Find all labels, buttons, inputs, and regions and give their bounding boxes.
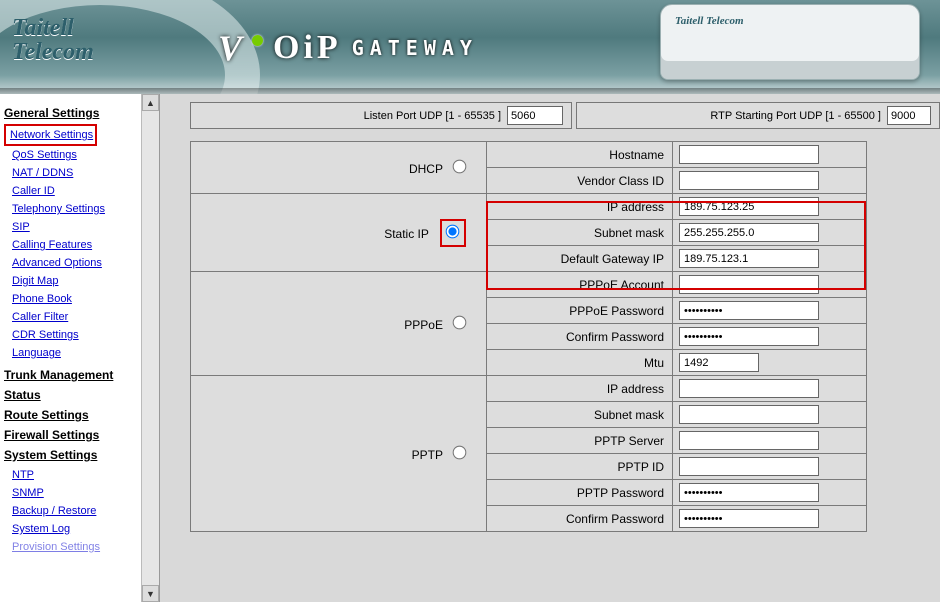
vendor-class-label: Vendor Class ID — [487, 168, 673, 194]
listen-port-label: Listen Port UDP [1 - 65535 ] — [364, 110, 501, 122]
static-label: Static IP — [384, 227, 428, 241]
pptp-password-input[interactable] — [679, 483, 819, 502]
hostname-label: Hostname — [487, 142, 673, 168]
subnet-mask-label: Subnet mask — [487, 220, 673, 246]
pppoe-confirm-label: Confirm Password — [487, 324, 673, 350]
content-area: Listen Port UDP [1 - 65535 ] RTP Startin… — [160, 94, 940, 602]
dhcp-radio[interactable] — [453, 159, 467, 173]
network-config-table: DHCP Hostname Vendor Class ID Static IP — [190, 141, 867, 532]
pppoe-confirm-input[interactable] — [679, 327, 819, 346]
dhcp-label: DHCP — [409, 162, 443, 176]
app-header: Taitell Telecom V OiP GATEWAY Taitell Te… — [0, 0, 940, 94]
sidebar-link-digit-map[interactable]: Digit Map — [4, 272, 155, 290]
sidebar-scrollbar[interactable]: ▲ ▼ — [141, 94, 159, 602]
subnet-mask-input[interactable] — [679, 223, 819, 242]
sidebar-link-nat-ddns[interactable]: NAT / DDNS — [4, 164, 155, 182]
hostname-input[interactable] — [679, 145, 819, 164]
pppoe-account-input[interactable] — [679, 275, 819, 294]
scroll-down-icon[interactable]: ▼ — [142, 585, 159, 602]
sidebar-link-qos-settings[interactable]: QoS Settings — [4, 146, 155, 164]
sidebar-link-language[interactable]: Language — [4, 344, 155, 362]
pptp-label: PPTP — [412, 448, 443, 462]
pppoe-radio[interactable] — [453, 315, 467, 329]
device-brand-label: Taitell Telecom — [675, 15, 744, 27]
pptp-id-label: PPTP ID — [487, 454, 673, 480]
sidebar-cat-general[interactable]: General Settings — [4, 106, 155, 120]
rtp-port-label: RTP Starting Port UDP [1 - 65500 ] — [710, 110, 881, 122]
sidebar-link-caller-id[interactable]: Caller ID — [4, 182, 155, 200]
sidebar-link-advanced-options[interactable]: Advanced Options — [4, 254, 155, 272]
sidebar-link-system-log[interactable]: System Log — [4, 520, 155, 538]
pptp-server-input[interactable] — [679, 431, 819, 450]
mtu-label: Mtu — [487, 350, 673, 376]
pptp-ip-label: IP address — [487, 376, 673, 402]
pppoe-password-input[interactable] — [679, 301, 819, 320]
sidebar: General Settings Network Settings QoS Se… — [0, 94, 160, 602]
sidebar-cat-trunk[interactable]: Trunk Management — [4, 368, 155, 382]
sidebar-link-calling-features[interactable]: Calling Features — [4, 236, 155, 254]
scroll-up-icon[interactable]: ▲ — [142, 94, 159, 111]
pptp-group-cell: PPTP — [191, 376, 487, 532]
rtp-port-input[interactable] — [887, 106, 931, 125]
sidebar-link-sip[interactable]: SIP — [4, 218, 155, 236]
pppoe-account-label: PPPoE Account — [487, 272, 673, 298]
brand-line2: Telecom — [12, 40, 94, 64]
listen-port-cell: Listen Port UDP [1 - 65535 ] — [190, 102, 572, 129]
product-logo: V OiP GATEWAY — [218, 30, 478, 66]
highlight-network-settings: Network Settings — [4, 124, 97, 146]
sidebar-link-cdr-settings[interactable]: CDR Settings — [4, 326, 155, 344]
port-row: Listen Port UDP [1 - 65535 ] RTP Startin… — [190, 102, 940, 129]
mtu-input[interactable] — [679, 353, 759, 372]
logo-v-icon: V — [218, 30, 242, 66]
sidebar-link-ntp[interactable]: NTP — [4, 466, 155, 484]
brand-name: Taitell Telecom — [12, 16, 94, 64]
pppoe-password-label: PPPoE Password — [487, 298, 673, 324]
sidebar-link-snmp[interactable]: SNMP — [4, 484, 155, 502]
pptp-mask-label: Subnet mask — [487, 402, 673, 428]
logo-word1: OiP — [273, 31, 342, 65]
sidebar-cat-route[interactable]: Route Settings — [4, 408, 155, 422]
logo-word2: GATEWAY — [352, 38, 478, 58]
sidebar-cat-status[interactable]: Status — [4, 388, 155, 402]
pptp-server-label: PPTP Server — [487, 428, 673, 454]
listen-port-input[interactable] — [507, 106, 563, 125]
logo-dot-icon — [252, 35, 263, 46]
pppoe-group-cell: PPPoE — [191, 272, 487, 376]
vendor-class-input[interactable] — [679, 171, 819, 190]
sidebar-link-phone-book[interactable]: Phone Book — [4, 290, 155, 308]
pppoe-label: PPPoE — [404, 318, 443, 332]
sidebar-link-backup-restore[interactable]: Backup / Restore — [4, 502, 155, 520]
pptp-radio[interactable] — [453, 445, 467, 459]
highlight-static-radio — [440, 219, 466, 247]
sidebar-link-telephony-settings[interactable]: Telephony Settings — [4, 200, 155, 218]
pptp-confirm-label: Confirm Password — [487, 506, 673, 532]
sidebar-cat-system[interactable]: System Settings — [4, 448, 155, 462]
pptp-id-input[interactable] — [679, 457, 819, 476]
dhcp-group-cell: DHCP — [191, 142, 487, 194]
ip-address-label: IP address — [487, 194, 673, 220]
sidebar-link-caller-filter[interactable]: Caller Filter — [4, 308, 155, 326]
pptp-confirm-input[interactable] — [679, 509, 819, 528]
ip-address-input[interactable] — [679, 197, 819, 216]
device-illustration: Taitell Telecom — [660, 4, 920, 80]
brand-line1: Taitell — [12, 16, 94, 40]
sidebar-link-provision-settings[interactable]: Provision Settings — [4, 538, 155, 556]
pptp-ip-input[interactable] — [679, 379, 819, 398]
gateway-ip-label: Default Gateway IP — [487, 246, 673, 272]
static-group-cell: Static IP — [191, 194, 487, 272]
sidebar-cat-firewall[interactable]: Firewall Settings — [4, 428, 155, 442]
gateway-ip-input[interactable] — [679, 249, 819, 268]
pptp-password-label: PPTP Password — [487, 480, 673, 506]
rtp-port-cell: RTP Starting Port UDP [1 - 65500 ] — [576, 102, 940, 129]
static-radio[interactable] — [446, 224, 460, 238]
pptp-mask-input[interactable] — [679, 405, 819, 424]
sidebar-link-network-settings[interactable]: Network Settings — [8, 126, 93, 144]
